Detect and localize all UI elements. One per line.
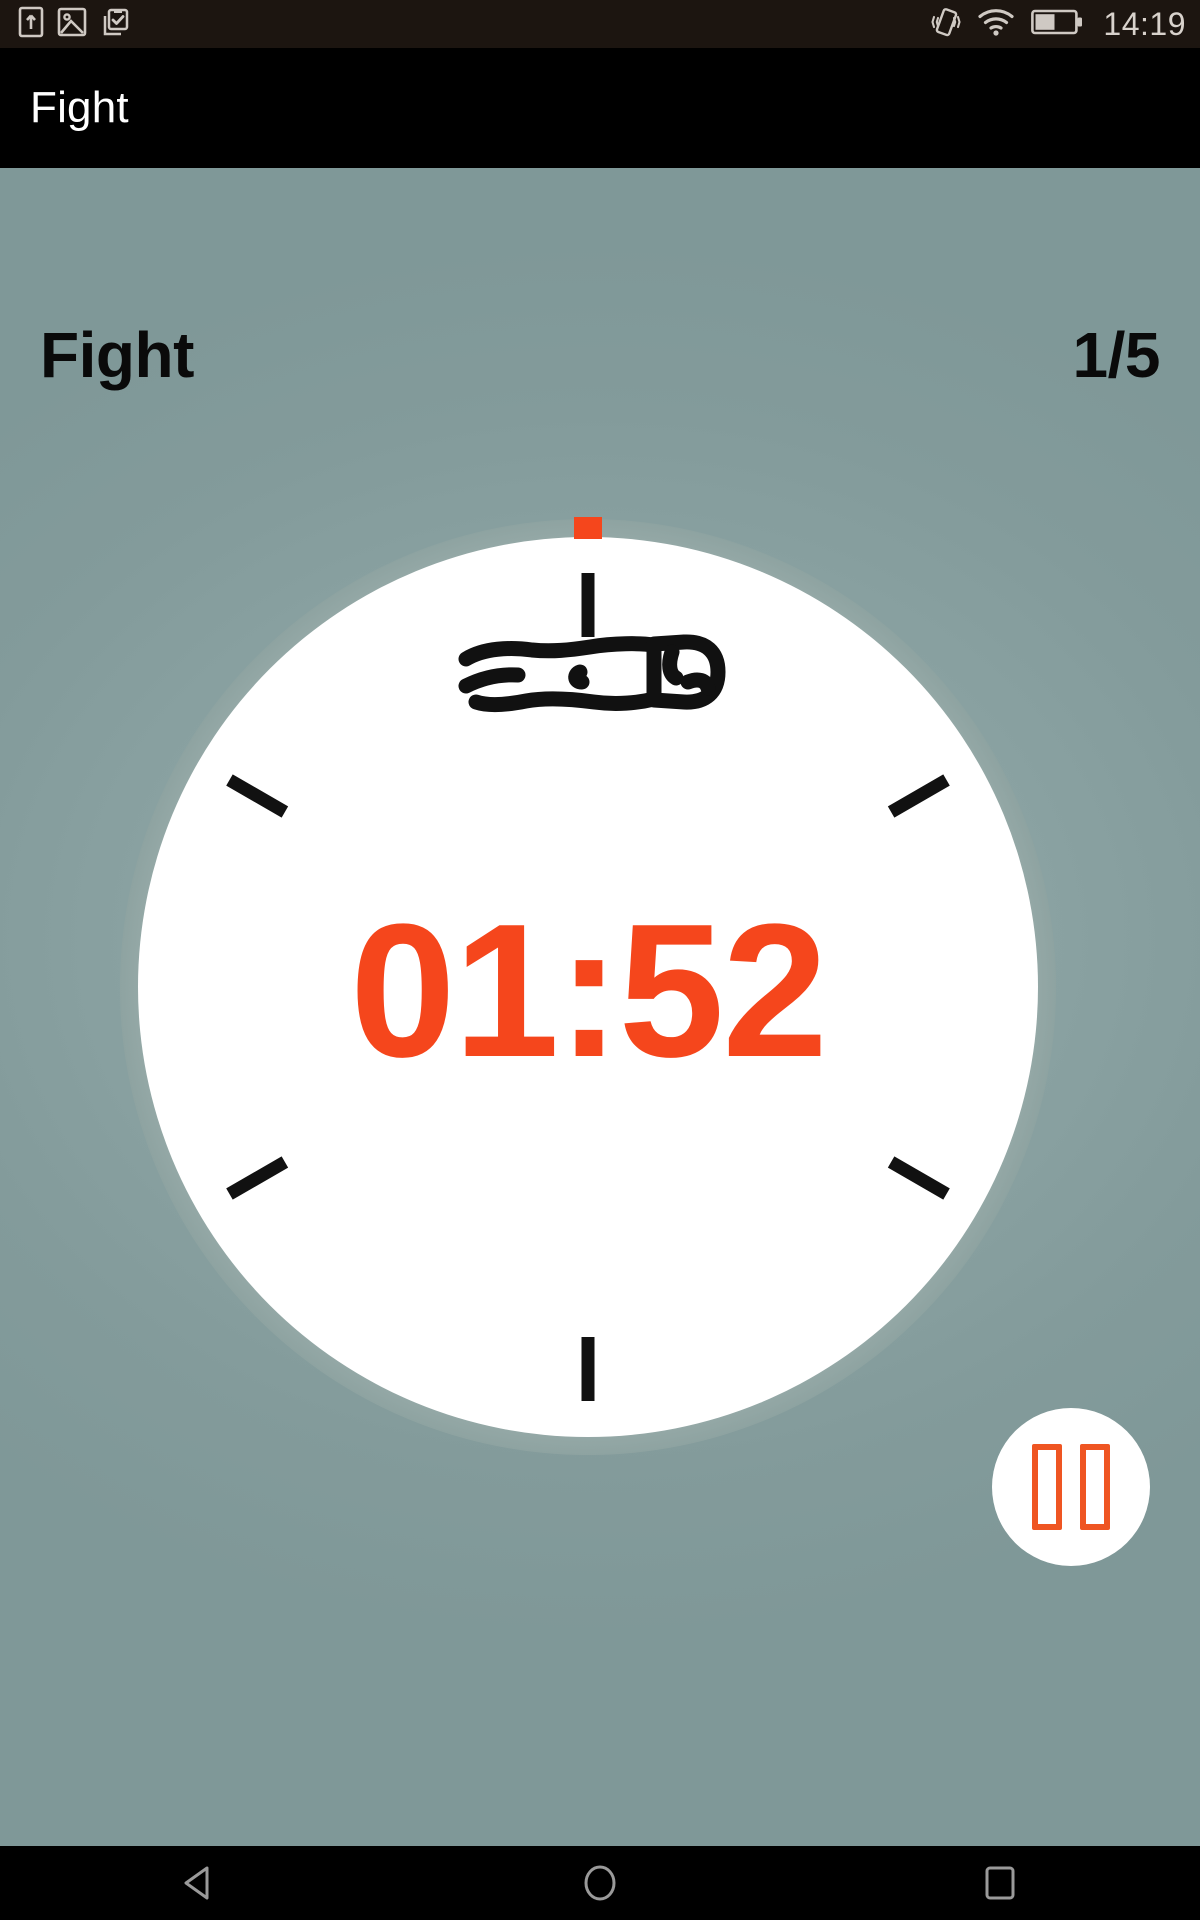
battery-icon (1031, 8, 1083, 41)
status-bar-right-icons: 14:19 (931, 6, 1186, 43)
app-bar: Fight (0, 48, 1200, 168)
sim-card-icon (18, 6, 44, 43)
home-icon[interactable] (540, 1846, 660, 1920)
round-counter: 1/5 (1072, 319, 1161, 391)
pause-button[interactable] (992, 1408, 1150, 1566)
wifi-icon (977, 7, 1015, 42)
pause-icon-bar-right (1080, 1444, 1110, 1530)
status-bar-left-icons (18, 6, 130, 43)
header-row: Fight 1/5 (0, 318, 1200, 392)
phone-screen: 14:19 Fight Fight 1/5 01:52 (0, 0, 1200, 1920)
status-bar: 14:19 (0, 0, 1200, 48)
recents-icon[interactable] (940, 1846, 1060, 1920)
dial-face (138, 537, 1038, 1437)
timer-dial[interactable]: 01:52 (118, 517, 1058, 1457)
pause-icon-bar-left (1032, 1444, 1062, 1530)
phase-label: Fight (40, 319, 194, 391)
clipboard-check-icon (100, 7, 130, 42)
timer-screen-content: Fight 1/5 01:52 (0, 168, 1200, 1846)
android-nav-bar (0, 1846, 1200, 1920)
vibrate-mode-icon (931, 6, 962, 43)
status-bar-clock: 14:19 (1103, 6, 1186, 42)
back-icon[interactable] (140, 1846, 260, 1920)
app-bar-title: Fight (30, 83, 129, 132)
dial-graphic (120, 517, 1056, 1455)
progress-marker (574, 517, 602, 539)
screenshot-image-icon (57, 7, 87, 42)
